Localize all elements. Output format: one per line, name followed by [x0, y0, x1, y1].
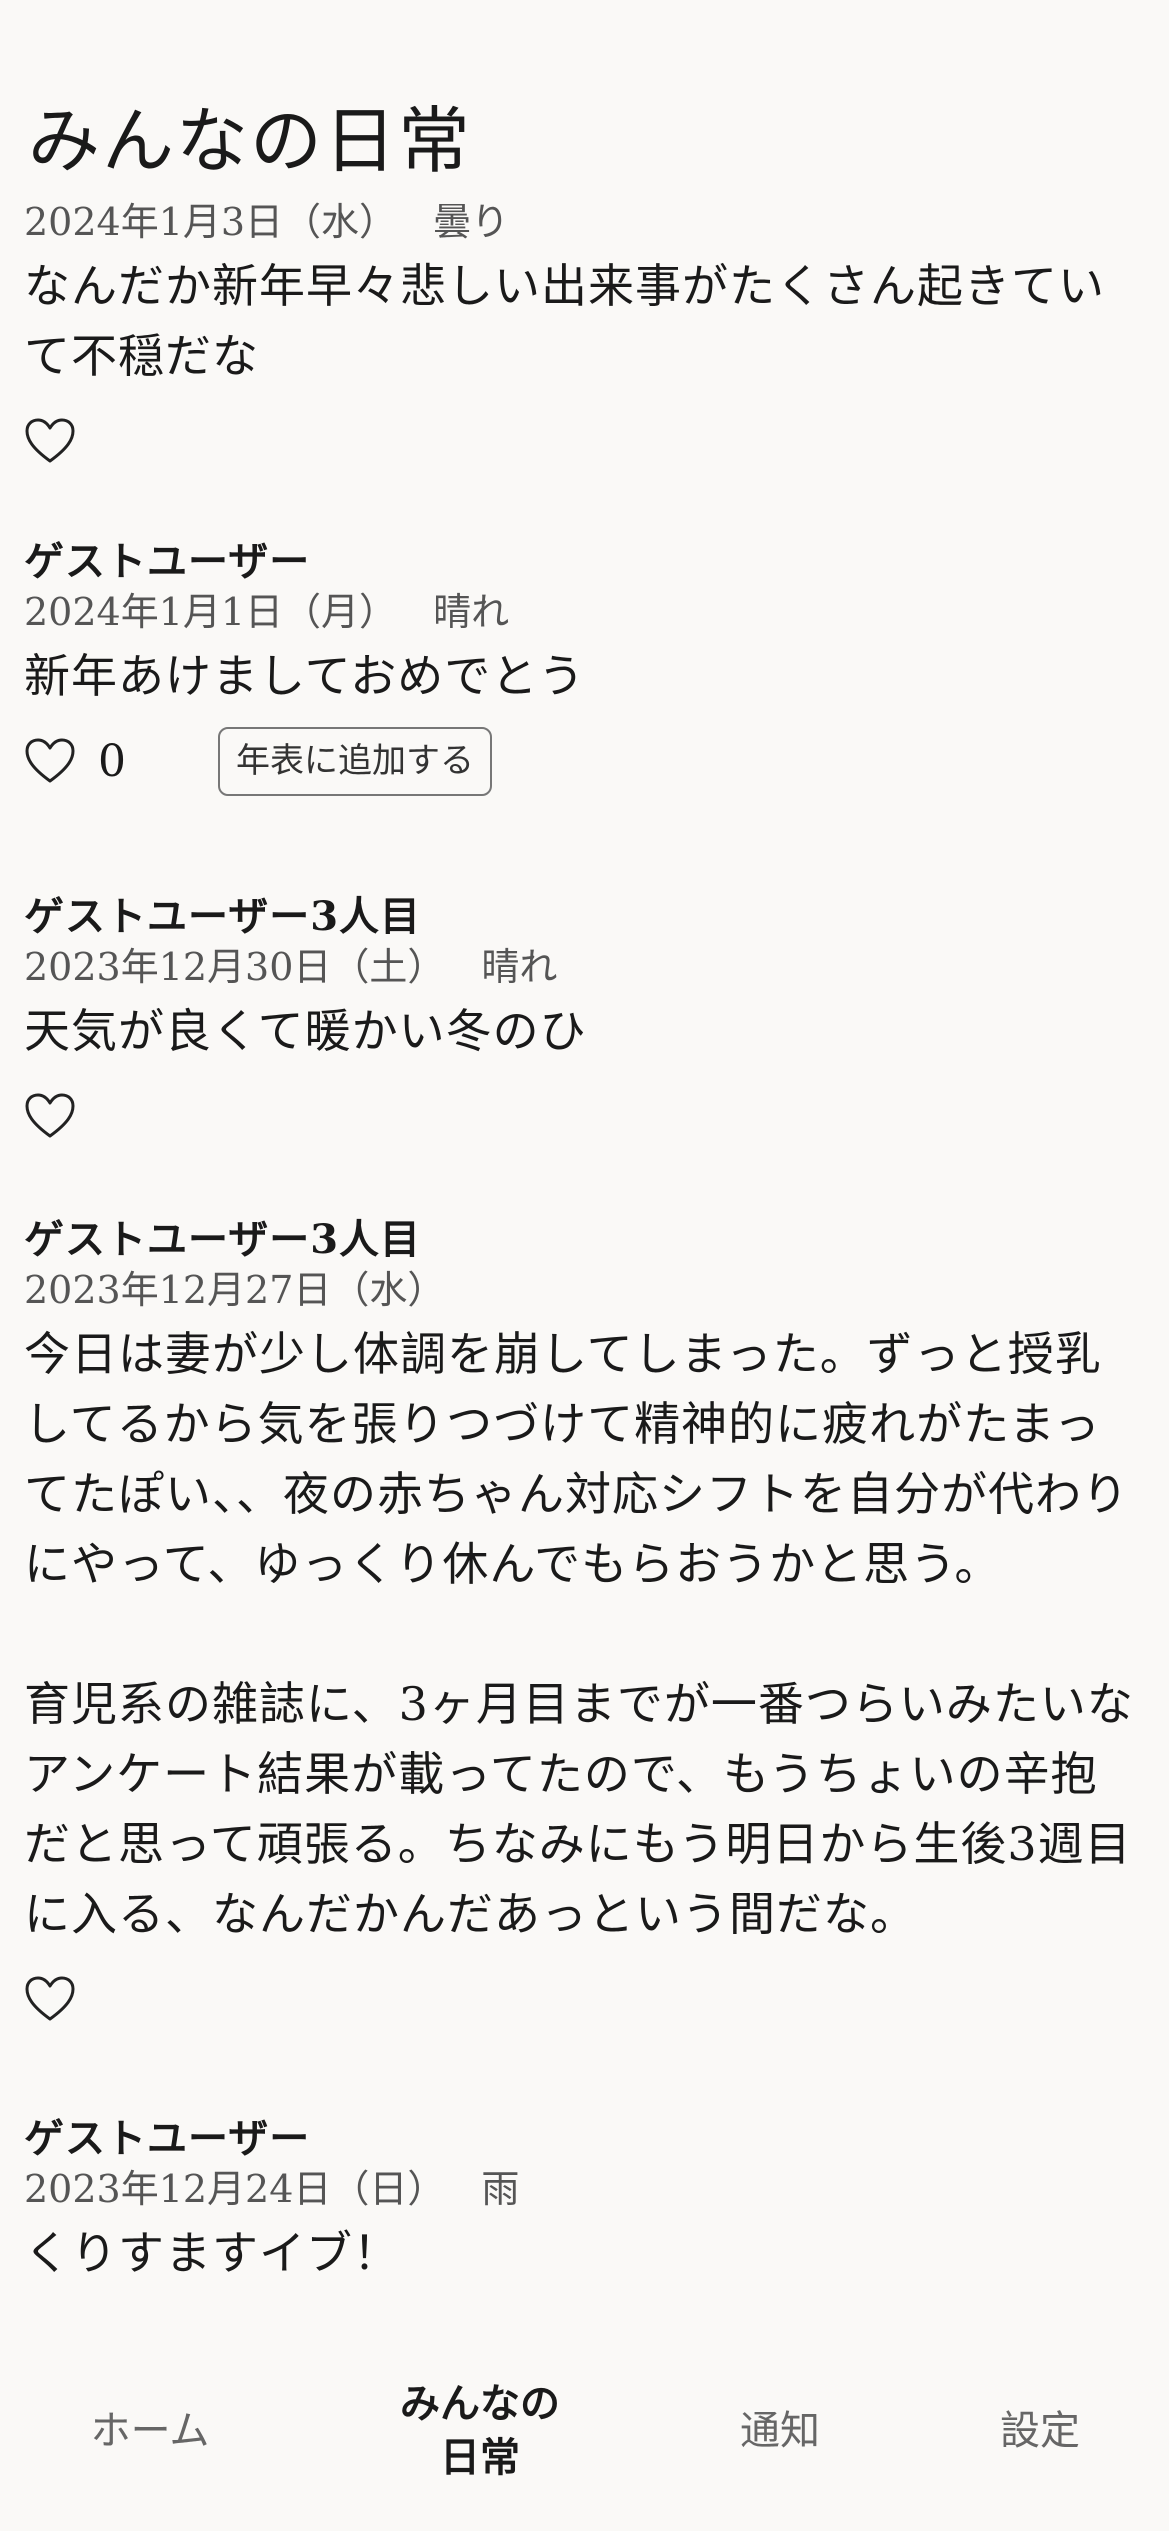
tab-home[interactable]: ホーム — [40, 2330, 260, 2531]
post-body: 今日は妻が少し体調を崩してしまった。ずっと授乳してるから気を張りつづけて精神的に… — [24, 1327, 1134, 1942]
post-actions — [24, 1078, 1144, 1154]
post-body: なんだか新年早々悲しい出来事がたくさん起きていて不穏だな — [24, 259, 1105, 384]
post: ゲストユーザー3人目 2023年12月27日（水） 今日は妻が少し体調を崩してし… — [24, 1216, 1144, 2037]
post-body: 新年あけましておめでとう — [24, 649, 586, 704]
like-count: 0 — [98, 735, 126, 787]
post-meta: 2024年1月1日（月） 晴れ — [24, 588, 1144, 637]
post: ゲストユーザー 2024年1月1日（月） 晴れ 新年あけましておめでとう 0 年表… — [24, 538, 1144, 799]
heart-icon — [25, 1093, 75, 1138]
post-date: 2023年12月30日（土） — [24, 945, 446, 989]
post-author: ゲストユーザー3人目 — [24, 893, 422, 940]
post-author: ゲストユーザー3人目 — [24, 1216, 422, 1263]
post-date: 2024年1月1日（月） — [24, 590, 398, 634]
post-meta: 2023年12月27日（水） — [24, 1266, 1144, 1315]
heart-icon — [25, 418, 75, 463]
tab-settings[interactable]: 設定 — [940, 2330, 1140, 2531]
post-actions — [24, 403, 1144, 479]
like-button[interactable] — [24, 417, 76, 465]
post-date: 2023年12月24日（日） — [24, 2167, 446, 2211]
post: ゲストユーザー 2023年12月24日（日） 雨 くりすますイブ！ — [24, 2115, 1144, 2288]
post-body: くりすますイブ！ — [24, 2226, 400, 2281]
post-body: 天気が良くて暖かい冬のひ — [24, 1004, 587, 1059]
post-actions: 0 年表に追加する — [24, 723, 1144, 799]
post-weather: 晴れ — [481, 945, 558, 989]
like-button[interactable] — [24, 1092, 76, 1140]
like-button[interactable] — [24, 1975, 76, 2023]
post-weather: 雨 — [481, 2167, 520, 2211]
heart-icon — [25, 738, 75, 783]
post: ゲストユーザー3人目 2023年12月30日（土） 晴れ 天気が良くて暖かい冬のひ — [24, 893, 1144, 1154]
post-author: ゲストユーザー — [24, 538, 311, 585]
page-title: みんなの日常 — [28, 99, 473, 184]
bottom-tab-bar: ホーム みんなの 日常 通知 設定 — [0, 2330, 1169, 2531]
like-button[interactable] — [24, 737, 76, 785]
post: 2024年1月3日（水） 曇り なんだか新年早々悲しい出来事がたくさん起きていて不… — [24, 196, 1144, 479]
post-meta: 2023年12月24日（日） 雨 — [24, 2165, 1144, 2214]
tab-notifications[interactable]: 通知 — [680, 2330, 880, 2531]
post-date: 2023年12月27日（水） — [24, 1268, 446, 1312]
heart-icon — [25, 1976, 75, 2021]
add-to-timeline-button[interactable]: 年表に追加する — [218, 726, 492, 796]
post-weather: 曇り — [433, 200, 510, 244]
post-actions — [24, 1961, 1144, 2037]
tab-everyone-daily[interactable]: みんなの 日常 — [340, 2330, 620, 2531]
post-author: ゲストユーザー — [24, 2115, 311, 2162]
post-date: 2024年1月3日（水） — [24, 200, 398, 244]
feed: みんなの日常 2024年1月3日（水） 曇り なんだか新年早々悲しい出来事がたくさ… — [0, 0, 1169, 2330]
post-weather: 晴れ — [433, 590, 510, 634]
post-meta: 2023年12月30日（土） 晴れ — [24, 943, 1144, 992]
post-meta: 2024年1月3日（水） 曇り — [24, 198, 1144, 247]
